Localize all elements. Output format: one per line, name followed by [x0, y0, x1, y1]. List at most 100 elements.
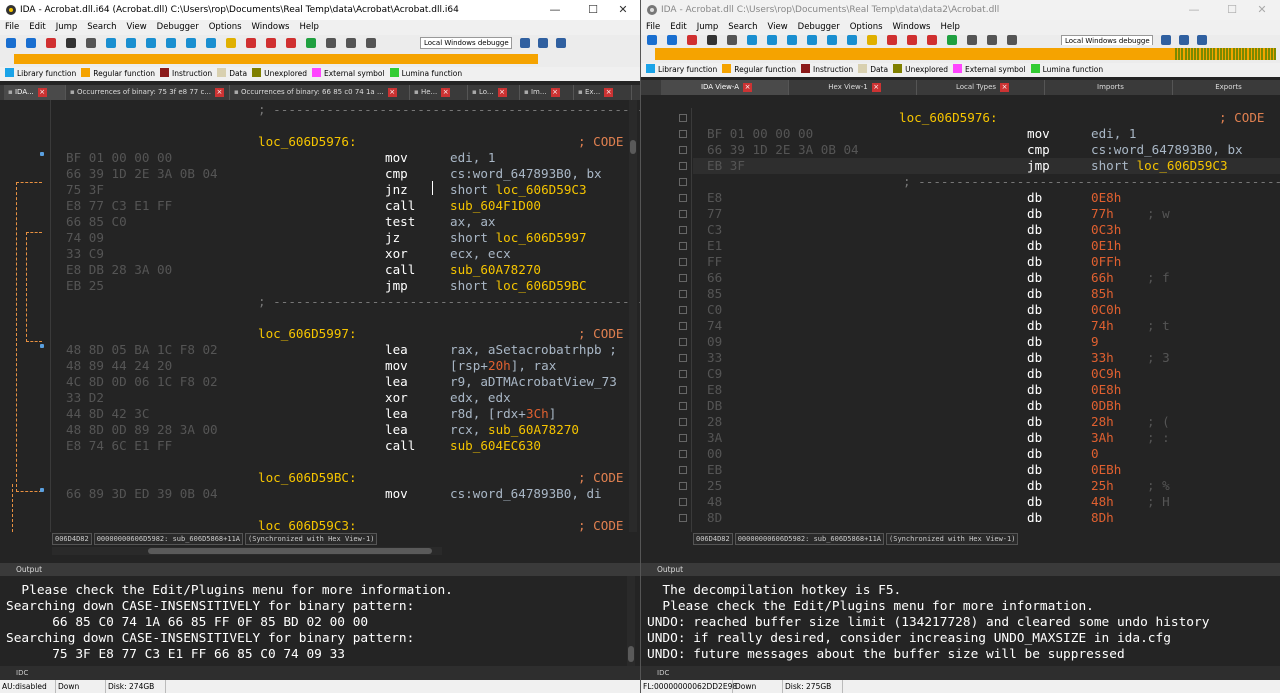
tab-close-icon[interactable]: ×	[550, 88, 560, 97]
toolbar-button-icon[interactable]	[286, 38, 296, 48]
tab-3[interactable]: Imports	[1045, 80, 1173, 95]
toolbar-button-icon[interactable]	[106, 38, 116, 48]
toolbar-button-icon[interactable]	[707, 35, 717, 45]
command-line-bar[interactable]: IDC	[0, 666, 640, 680]
code-line[interactable]: EB 3F jmp short loc_606D59C3	[641, 158, 1280, 174]
toolbar-button-icon[interactable]	[206, 38, 216, 48]
toolbar-button-icon[interactable]	[26, 38, 36, 48]
code-line[interactable]: 8D db 8Dh	[641, 510, 1280, 526]
toolbar-button-icon[interactable]	[126, 38, 136, 48]
code-line[interactable]: 77 db 77h ; w	[641, 206, 1280, 222]
maximize-button[interactable]: ☐	[1215, 0, 1249, 20]
code-line[interactable]: 28 db 28h ; (	[641, 414, 1280, 430]
toolbar-button-icon[interactable]	[927, 35, 937, 45]
menu-options[interactable]: Options	[204, 20, 247, 35]
code-line[interactable]: 44 8D 42 3C lea r8d, [rdx+ 3Ch]	[0, 406, 640, 422]
navigation-band[interactable]	[641, 45, 1280, 63]
tab-close-icon[interactable]: ×	[387, 88, 397, 97]
code-line[interactable]: 33 D2 xor edx, edx	[0, 390, 640, 406]
code-line[interactable]: 48 89 44 24 20 mov [rsp+ 20h], rax	[0, 358, 640, 374]
code-line[interactable]: C0 db 0C0h	[641, 302, 1280, 318]
toolbar-button-icon[interactable]	[827, 35, 837, 45]
menu-jump[interactable]: Jump	[692, 20, 724, 35]
code-line[interactable]: ; --------------------------------------…	[641, 174, 1280, 190]
toolbar-button-icon[interactable]	[520, 38, 530, 48]
menu-options[interactable]: Options	[845, 20, 888, 35]
close-button[interactable]: ✕	[606, 0, 640, 20]
code-line[interactable]: BF 01 00 00 00 mov edi, 1	[641, 126, 1280, 142]
tab-1[interactable]: ▪ Occurrences of binary: 75 3f e8 77 c..…	[66, 85, 230, 100]
toolbar-button-icon[interactable]	[1161, 35, 1171, 45]
toolbar-button-icon[interactable]	[1179, 35, 1189, 45]
code-line[interactable]: E1 db 0E1h	[641, 238, 1280, 254]
vertical-scrollbar[interactable]	[629, 100, 637, 532]
code-line[interactable]: C3 db 0C3h	[641, 222, 1280, 238]
toolbar-button-icon[interactable]	[6, 38, 16, 48]
idc-label[interactable]: IDC	[0, 669, 28, 677]
tab-2[interactable]: Local Types ×	[917, 80, 1045, 95]
output-window[interactable]: The decompilation hotkey is F5. Please c…	[641, 576, 1280, 666]
command-line-bar[interactable]: IDC	[641, 666, 1280, 680]
code-line[interactable]: 48 8D 0D 89 28 3A 00 lea rcx, sub_60A78270	[0, 422, 640, 438]
code-line[interactable]: 25 db 25h ; %	[641, 478, 1280, 494]
minimize-button[interactable]: —	[1177, 0, 1211, 20]
code-line[interactable]: 33 C9 xor ecx, ecx	[0, 246, 640, 262]
menu-file[interactable]: File	[0, 20, 24, 35]
toolbar-button-icon[interactable]	[306, 38, 316, 48]
menu-windows[interactable]: Windows	[888, 20, 936, 35]
code-line[interactable]: 33 db 33h ; 3	[641, 350, 1280, 366]
menu-debugger[interactable]: Debugger	[793, 20, 845, 35]
menu-help[interactable]: Help	[935, 20, 964, 35]
code-line[interactable]: 66 89 3D ED 39 0B 04 mov cs:word_647893B0,…	[0, 486, 640, 502]
toolbar-button-icon[interactable]	[667, 35, 677, 45]
toolbar-button-icon[interactable]	[556, 38, 566, 48]
code-line[interactable]: 4C 8D 0D 06 1C F8 02 lea r9, aDTMAcrobatVi…	[0, 374, 640, 390]
maximize-button[interactable]: ☐	[576, 0, 610, 20]
output-window[interactable]: Please check the Edit/Plugins menu for m…	[0, 576, 640, 666]
code-line[interactable]: E8 74 6C E1 FF call sub_604EC630	[0, 438, 640, 454]
minimize-button[interactable]: —	[538, 0, 572, 20]
code-line[interactable]: 66 39 1D 2E 3A 0B 04 cmp cs:word_647893B0,…	[641, 142, 1280, 158]
code-line[interactable]: C9 db 0C9h	[641, 366, 1280, 382]
tab-0[interactable]: ▪ IDA... ×	[4, 85, 66, 100]
navigation-bar[interactable]	[655, 48, 1277, 60]
menu-windows[interactable]: Windows	[247, 20, 295, 35]
code-line[interactable]: FF db 0FFh	[641, 254, 1280, 270]
toolbar-button-icon[interactable]	[867, 35, 877, 45]
navigation-bar[interactable]	[14, 54, 538, 64]
menu-edit[interactable]: Edit	[665, 20, 691, 35]
code-line[interactable]: loc_606D5997: ; CODE	[0, 326, 640, 342]
toolbar-button-icon[interactable]	[86, 38, 96, 48]
code-line[interactable]: E8 db 0E8h	[641, 190, 1280, 206]
horizontal-scrollbar[interactable]	[52, 547, 442, 555]
tab-0[interactable]: IDA View-A ×	[661, 80, 789, 95]
code-line[interactable]	[0, 118, 640, 134]
toolbar-button-icon[interactable]	[947, 35, 957, 45]
tab-4[interactable]: ▪ Lo... ×	[468, 85, 520, 100]
toolbar-button-icon[interactable]	[987, 35, 997, 45]
toolbar-button-icon[interactable]	[887, 35, 897, 45]
code-line[interactable]: 09 db 9	[641, 334, 1280, 350]
code-line[interactable]: 48 8D 05 BA 1C F8 02 lea rax, aSetacrobatr…	[0, 342, 640, 358]
code-line[interactable]: EB db 0EBh	[641, 462, 1280, 478]
tab-3[interactable]: ▪ He... ×	[410, 85, 468, 100]
menu-debugger[interactable]: Debugger	[152, 20, 204, 35]
toolbar-button-icon[interactable]	[1197, 35, 1207, 45]
tab-close-icon[interactable]: ×	[604, 88, 614, 97]
code-line[interactable]: loc_606D59BC: ; CODE	[0, 470, 640, 486]
menu-file[interactable]: File	[641, 20, 665, 35]
code-line[interactable]: 3A db 3Ah ; :	[641, 430, 1280, 446]
menu-search[interactable]: Search	[723, 20, 762, 35]
toolbar-button-icon[interactable]	[326, 38, 336, 48]
code-line[interactable]: loc_606D59C3: ; CODE	[0, 518, 640, 532]
toolbar-button-icon[interactable]	[266, 38, 276, 48]
disassembly-view[interactable]: loc_606D5976: ; CODE BF 01 00 00 00 mov edi,…	[641, 108, 1280, 532]
code-line[interactable]: E8 db 0E8h	[641, 382, 1280, 398]
debugger-select[interactable]: Local Windows debugge	[420, 37, 512, 49]
toolbar-button-icon[interactable]	[807, 35, 817, 45]
tab-2[interactable]: ▪ Occurrences of binary: 66 85 c0 74 1a …	[230, 85, 410, 100]
tab-1[interactable]: Hex View-1 ×	[789, 80, 917, 95]
code-line[interactable]: ; --------------------------------------…	[0, 294, 640, 310]
menu-jump[interactable]: Jump	[51, 20, 83, 35]
toolbar-button-icon[interactable]	[346, 38, 356, 48]
